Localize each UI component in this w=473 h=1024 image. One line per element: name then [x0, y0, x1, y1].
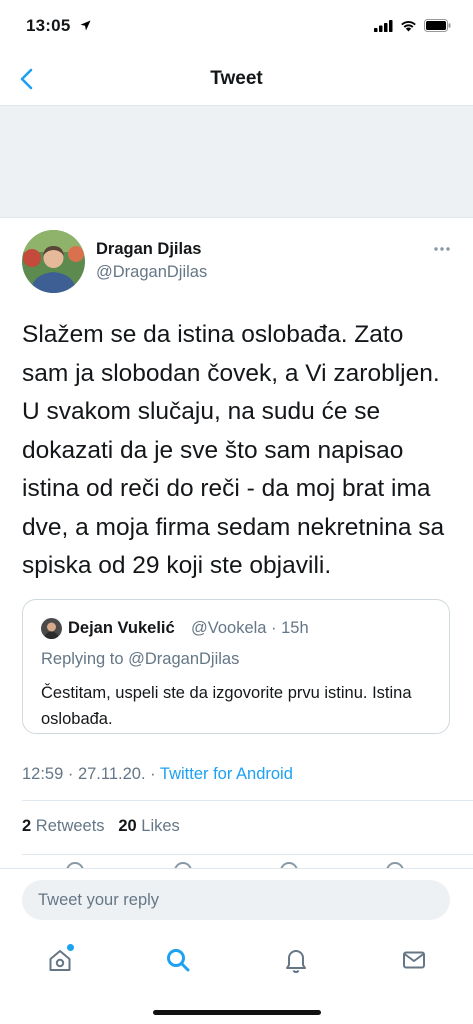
notifications-icon [286, 950, 306, 973]
status-bar: 13:05 [0, 0, 473, 52]
tweet-source-link[interactable]: Twitter for Android [160, 765, 293, 783]
more-options-icon[interactable] [433, 246, 451, 252]
wifi-icon [401, 20, 416, 31]
context-band [0, 106, 473, 218]
retweets-count[interactable]: 2 [22, 817, 31, 835]
status-time: 13:05 [26, 16, 71, 35]
tweet-timestamp: 12:59 · 27.11.20. · [22, 765, 160, 783]
author-name[interactable]: Dragan Djilas [96, 240, 201, 259]
author-handle[interactable]: @DraganDjilas [96, 263, 207, 282]
tab-notifications[interactable] [276, 940, 316, 980]
cellular-signal-icon [374, 19, 393, 32]
reply-bar [0, 868, 473, 928]
quoted-tweet-text: Čestitam, uspeli ste da izgovorite prvu … [41, 684, 412, 728]
search-icon [167, 949, 190, 972]
system-icons [374, 19, 451, 32]
likes-count[interactable]: 20 [118, 817, 136, 835]
tweet-text: Slažem se da istina oslobađa. Zato sam j… [22, 321, 445, 579]
divider [22, 800, 473, 801]
quoted-author-name: Dejan Vukelić [68, 619, 175, 637]
quoted-author-avatar [41, 618, 62, 639]
page-title: Tweet [210, 68, 263, 89]
messages-icon [403, 951, 425, 969]
quoted-replying-to: Replying to @DraganDjilas [41, 650, 240, 668]
quoted-tweet[interactable]: Dejan Vukelić @Vookela · 15h Replying to… [22, 599, 450, 734]
notification-dot-icon [67, 944, 74, 951]
tweet-stats: 2 Retweets 20 Likes [22, 817, 180, 836]
battery-icon [424, 19, 451, 32]
tab-search[interactable] [158, 940, 198, 980]
location-arrow-icon [80, 20, 91, 31]
divider [22, 854, 473, 855]
author-avatar[interactable] [22, 230, 85, 293]
retweets-label[interactable]: Retweets [36, 817, 105, 835]
tab-home[interactable] [40, 940, 80, 980]
quoted-author-handle: @Vookela · 15h [191, 619, 309, 637]
reply-input[interactable] [22, 880, 450, 920]
tweet-metadata: 12:59 · 27.11.20. · Twitter for Android [22, 765, 293, 784]
tab-messages[interactable] [394, 940, 434, 980]
navigation-bar: Tweet [0, 52, 473, 106]
tab-bar [0, 928, 473, 1024]
home-indicator [153, 1010, 321, 1015]
likes-label[interactable]: Likes [141, 817, 180, 835]
